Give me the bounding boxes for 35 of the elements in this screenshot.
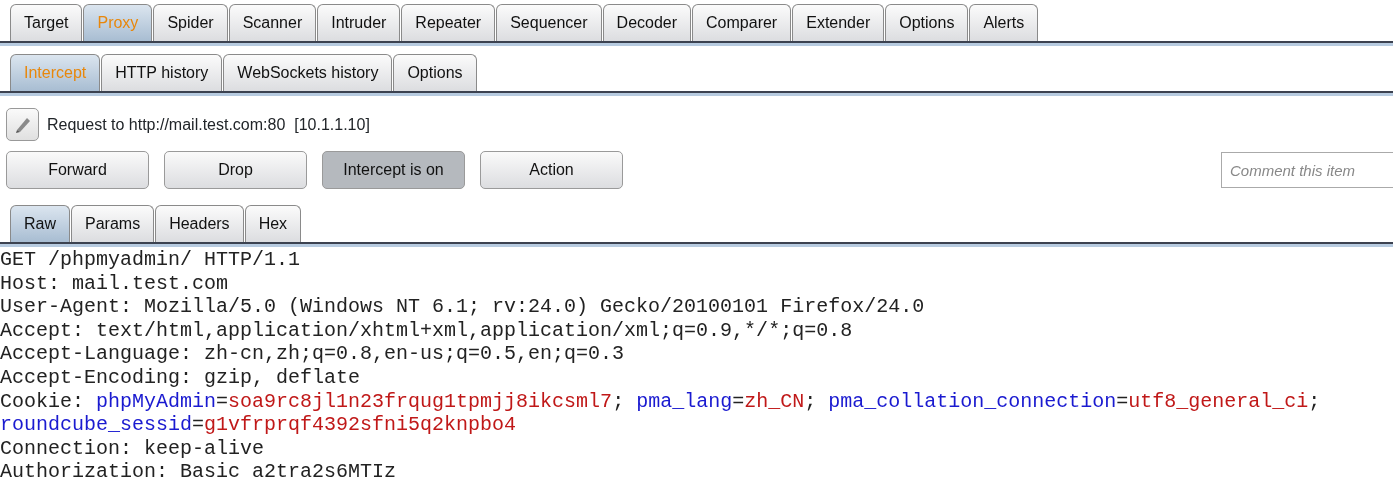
request-line: Accept-Encoding: gzip, deflate <box>0 365 362 390</box>
action-button[interactable]: Drop <box>164 151 307 189</box>
request-line: User-Agent: Mozilla/5.0 (Windows NT 6.1; rv:24.0) Gecko/20100101 Firefox/24.0 <box>0 295 926 319</box>
comment-field[interactable]: Comment this item <box>1221 152 1393 188</box>
tab[interactable]: Comparer <box>692 4 792 41</box>
tab[interactable]: WebSockets history <box>223 54 393 91</box>
tab[interactable]: Headers <box>155 205 244 242</box>
tab[interactable]: Decoder <box>602 4 692 41</box>
request-line: Accept: text/html,application/xhtml+xml,application/xml;q=0.9,*/*;q=0.8 <box>0 318 854 343</box>
tab[interactable]: Options <box>393 54 477 91</box>
action-button[interactable]: Action <box>480 151 623 189</box>
request-line: Authorization: Basic a2tra2s6MTIz <box>0 460 398 484</box>
tab[interactable]: Sequencer <box>496 4 602 41</box>
tab[interactable]: Intruder <box>317 4 401 41</box>
tab[interactable]: Spider <box>153 4 228 41</box>
action-button[interactable]: Forward <box>6 151 149 189</box>
request-line: Host: mail.test.com <box>0 271 230 296</box>
request-line: Accept-Language: zh-cn,zh;q=0.8,en-us;q=0.5,en;q=0.3 <box>0 342 626 366</box>
edit-button[interactable] <box>6 108 39 141</box>
tab[interactable]: Scanner <box>228 4 317 41</box>
tab[interactable]: Hex <box>244 205 302 242</box>
request-line: GET /phpmyadmin/ HTTP/1.1 <box>0 248 302 272</box>
toggle-button[interactable]: Intercept is on <box>322 151 465 189</box>
request-line: roundcube_sessid=g1vfrprqf4392sfni5q2knpbo4 <box>0 413 518 437</box>
tab[interactable]: HTTP history <box>101 54 223 91</box>
tab[interactable]: Repeater <box>401 4 496 41</box>
request-target: Request to http://mail.test.com:80 [10.1.1.10] <box>47 114 370 135</box>
tab[interactable]: Raw <box>10 205 70 242</box>
request-line: Cookie: phpMyAdmin=soa9rc8jl1n23frqug1tpmjj8ikcsml7; pma_lang=zh_CN; pma_collation_connection=utf8_general_ci; <box>0 389 1322 414</box>
tab[interactable]: Alerts <box>969 4 1039 41</box>
tab[interactable]: Extender <box>792 4 885 41</box>
tab[interactable]: Params <box>71 205 155 242</box>
tab[interactable]: Options <box>885 4 969 41</box>
request-line: Connection: keep-alive <box>0 436 266 461</box>
tab[interactable]: Target <box>10 4 83 41</box>
